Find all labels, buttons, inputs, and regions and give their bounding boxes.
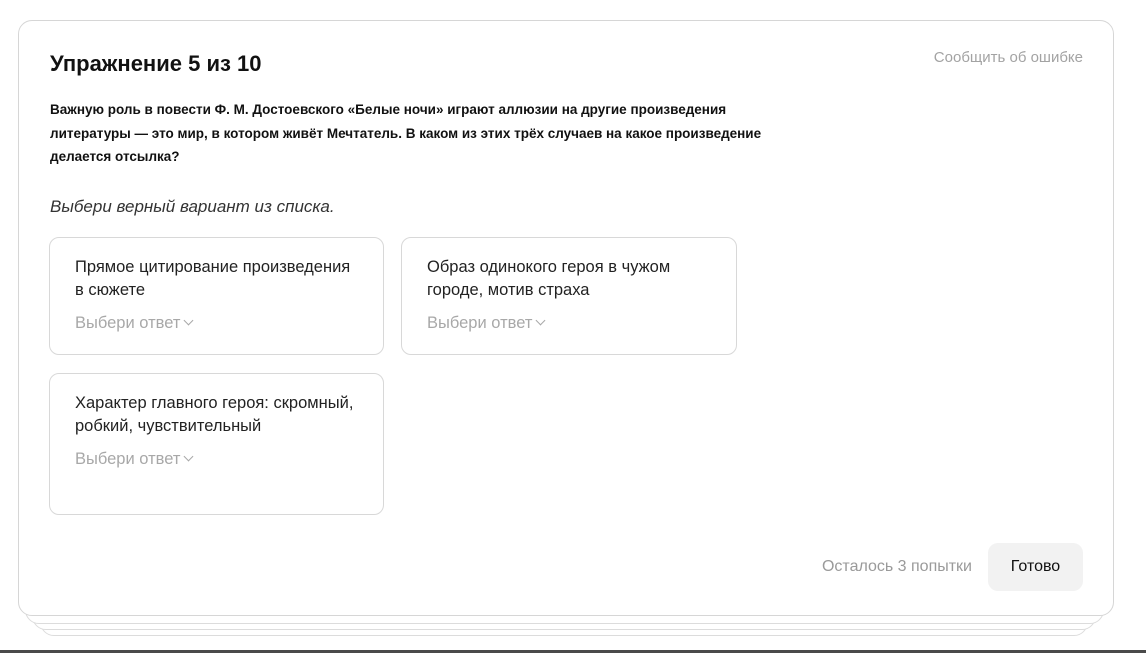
answer-option-card: Характер главного героя: скромный, робки… — [49, 373, 384, 515]
dropdown-label: Выбери ответ — [427, 314, 533, 332]
attempts-remaining: Осталось 3 попытки — [821, 558, 972, 575]
answer-dropdown[interactable]: Выбери ответ — [75, 450, 194, 469]
answer-dropdown[interactable]: Выбери ответ — [75, 314, 194, 333]
exercise-card: Упражнение 5 из 10 Сообщить об ошибке Ва… — [18, 20, 1114, 616]
question-text: Важную роль в повести Ф. М. Достоевского… — [50, 102, 762, 164]
report-error-link[interactable]: Сообщить об ошибке — [934, 49, 1083, 66]
chevron-down-icon — [183, 315, 194, 326]
answer-option-card: Прямое цитирование произведения в сюжете… — [49, 237, 384, 355]
done-button[interactable]: Готово — [988, 543, 1083, 591]
option-text: Прямое цитирование произведения в сюжете — [75, 258, 351, 299]
answer-dropdown[interactable]: Выбери ответ — [427, 314, 546, 333]
option-text: Образ одинокого героя в чужом городе, мо… — [427, 258, 671, 299]
dropdown-label: Выбери ответ — [75, 450, 181, 468]
dropdown-label: Выбери ответ — [75, 314, 181, 332]
exercise-title: Упражнение 5 из 10 — [50, 51, 262, 76]
instruction-text: Выбери верный вариант из списка. — [50, 197, 335, 216]
chevron-down-icon — [535, 315, 546, 326]
option-text: Характер главного героя: скромный, робки… — [75, 394, 354, 435]
chevron-down-icon — [183, 451, 194, 462]
answer-option-card: Образ одинокого героя в чужом городе, мо… — [401, 237, 737, 355]
